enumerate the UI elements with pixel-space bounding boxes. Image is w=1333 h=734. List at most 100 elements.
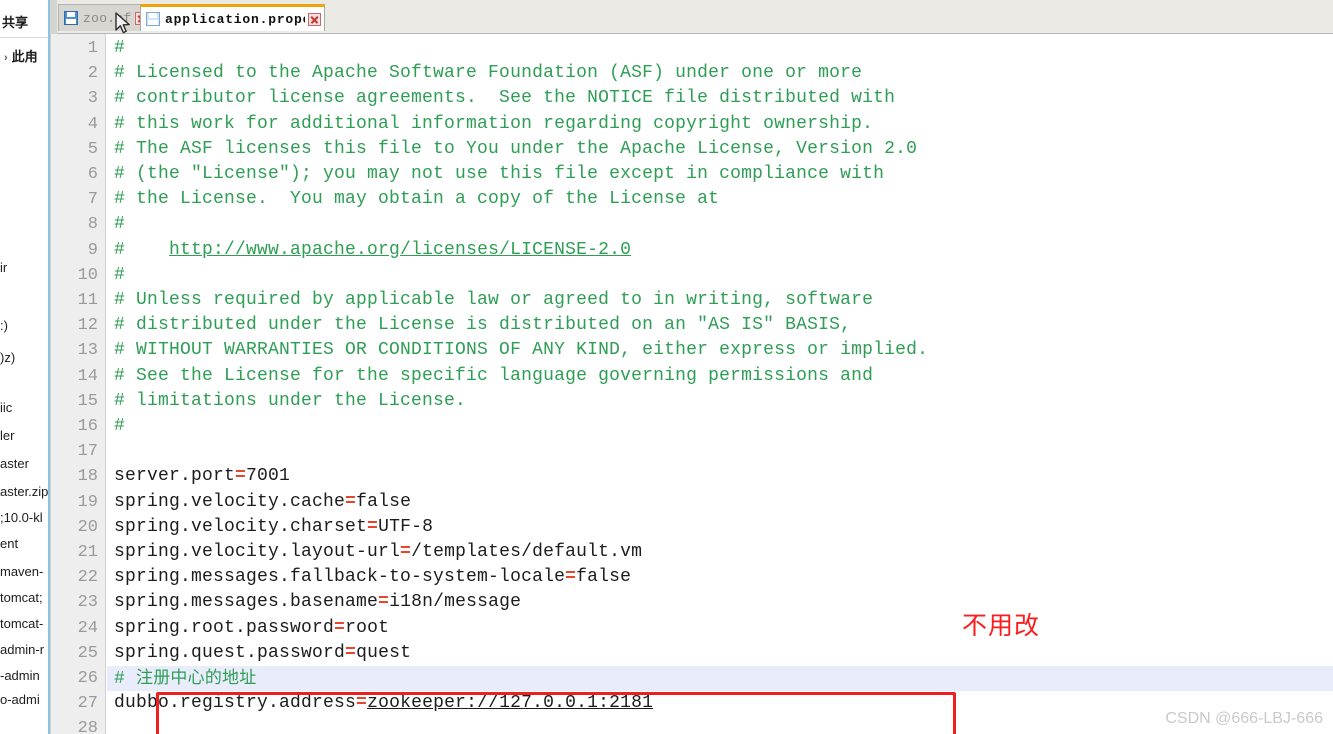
code-token-val-link[interactable]: zookeeper://127.0.0.1:2181 <box>367 693 653 713</box>
line-number: 19 <box>77 492 98 512</box>
line-number: 21 <box>77 543 98 562</box>
explorer-list-item[interactable]: maven- <box>0 564 43 579</box>
explorer-list-item[interactable]: aster <box>0 456 29 471</box>
editor-tab-bar: zoo.cfg application.properties <box>50 0 1333 34</box>
code-line[interactable]: # See the License for the specific langu… <box>107 364 1333 389</box>
explorer-list-item[interactable]: admin-r <box>0 642 44 657</box>
explorer-list-item-label: aster.zip <box>0 484 49 499</box>
code-token-cmt: # The ASF licenses this file to You unde… <box>114 138 918 159</box>
code-line[interactable]: # distributed under the License is distr… <box>107 313 1333 338</box>
explorer-share-label: 共享 <box>2 15 29 30</box>
explorer-list-item[interactable]: tomcat; <box>0 590 43 605</box>
code-token-key: spring.messages.basename <box>114 592 379 613</box>
code-token-cmt: # See the License for the specific langu… <box>114 365 874 386</box>
code-line[interactable]: spring.messages.fallback-to-system-local… <box>107 565 1333 590</box>
code-token-val: UTF-8 <box>378 516 434 537</box>
line-number: 20 <box>77 517 98 537</box>
code-line[interactable]: # <box>107 36 1333 61</box>
code-token-cmt: # (the "License"); you may not use this … <box>114 164 885 184</box>
explorer-list-item[interactable]: ir <box>0 260 7 275</box>
code-token-link[interactable]: http://www.apache.org/licenses/LICENSE-2… <box>169 240 631 260</box>
code-line[interactable]: spring.velocity.layout-url=/templates/de… <box>107 540 1333 565</box>
explorer-divider <box>0 37 48 38</box>
code-token-cmt: # Unless required by applicable law or a… <box>114 290 874 310</box>
code-token-eq: = <box>565 567 577 588</box>
code-content[interactable]: # # Licensed to the Apache Software Found… <box>107 34 1333 734</box>
code-line[interactable]: # this work for additional information r… <box>107 112 1333 137</box>
code-line[interactable]: spring.messages.basename=i18n/message <box>107 590 1333 615</box>
line-number: 1 <box>87 39 98 58</box>
code-line[interactable]: # 注册中心的地址 <box>107 666 1333 692</box>
code-token-eq: = <box>334 617 346 638</box>
code-line[interactable]: # http://www.apache.org/licenses/LICENSE… <box>107 238 1333 263</box>
code-token-cmt: # <box>114 214 126 235</box>
line-number: 5 <box>87 139 98 159</box>
explorer-list-item-label: ;10.0-kl <box>0 510 43 525</box>
code-line[interactable]: # WITHOUT WARRANTIES OR CONDITIONS OF AN… <box>107 338 1333 363</box>
code-token-eq: = <box>345 491 357 512</box>
code-line[interactable]: # <box>107 414 1333 439</box>
code-token-cmt: # <box>114 264 126 285</box>
code-line[interactable]: server.port=7001 <box>107 464 1333 489</box>
line-number: 26 <box>77 669 98 688</box>
code-line[interactable]: # Licensed to the Apache Software Founda… <box>107 61 1333 86</box>
code-token-key: spring.root.password <box>114 617 335 638</box>
code-line[interactable]: # limitations under the License. <box>107 389 1333 414</box>
explorer-list-item[interactable]: )z) <box>0 350 15 365</box>
explorer-list-item[interactable]: ent <box>0 536 18 551</box>
code-line[interactable]: spring.velocity.charset=UTF-8 <box>107 515 1333 540</box>
code-line[interactable] <box>107 716 1333 734</box>
close-icon[interactable] <box>308 12 321 26</box>
tab-zoo-cfg[interactable]: zoo.cfg <box>58 4 152 31</box>
code-token-cmt: # Licensed to the Apache Software Founda… <box>114 63 863 84</box>
line-number: 27 <box>77 694 98 714</box>
explorer-list-item[interactable]: :) <box>0 318 8 333</box>
code-line[interactable]: # contributor license agreements. See th… <box>107 86 1333 111</box>
code-line[interactable]: # <box>107 263 1333 288</box>
code-token-val: false <box>356 491 412 512</box>
explorer-this-pc-row[interactable]: › 此甪 <box>4 46 38 65</box>
explorer-list-item-label: ent <box>0 536 19 551</box>
explorer-list-item-label: aster <box>0 456 29 471</box>
line-number: 28 <box>77 719 98 734</box>
code-line[interactable]: # (the "License"); you may not use this … <box>107 162 1333 187</box>
explorer-list-item[interactable]: ler <box>0 428 14 443</box>
code-line[interactable]: spring.root.password=root <box>107 616 1333 641</box>
explorer-list-item-label: :) <box>0 318 8 333</box>
line-number: 8 <box>87 215 98 235</box>
line-number: 25 <box>77 643 98 663</box>
explorer-list-item-label: tomcat; <box>0 590 43 605</box>
explorer-list-item[interactable]: -admin <box>0 668 40 683</box>
explorer-list-item-label: ir <box>0 260 8 275</box>
explorer-list-item-label: iic <box>0 400 13 415</box>
chevron-right-icon[interactable]: › <box>4 52 8 64</box>
code-line[interactable]: # Unless required by applicable law or a… <box>107 288 1333 313</box>
code-line[interactable] <box>107 439 1333 464</box>
line-number: 17 <box>77 442 98 462</box>
code-line[interactable]: # the License. You may obtain a copy of … <box>107 187 1333 212</box>
explorer-list-item[interactable]: iic <box>0 400 12 415</box>
line-number: 23 <box>77 593 98 613</box>
explorer-list-item[interactable]: tomcat- <box>0 616 43 631</box>
code-token-key: spring.velocity.layout-url <box>114 542 401 562</box>
code-token-eq: = <box>367 516 379 537</box>
code-line[interactable]: spring.velocity.cache=false <box>107 490 1333 515</box>
code-token-val: 7001 <box>246 466 291 487</box>
tab-application-properties[interactable]: application.properties <box>140 4 325 31</box>
explorer-bottom-filler <box>0 726 48 734</box>
tab-zoo-cfg-label: zoo.cfg <box>83 10 132 26</box>
code-line[interactable]: # <box>107 212 1333 237</box>
code-line[interactable]: spring.quest.password=quest <box>107 641 1333 666</box>
code-line[interactable]: # The ASF licenses this file to You unde… <box>107 137 1333 162</box>
line-number: 24 <box>77 618 98 638</box>
explorer-list-item[interactable]: ;10.0-kl <box>0 510 43 525</box>
code-line[interactable]: dubbo.registry.address=zookeeper://127.0… <box>107 691 1333 716</box>
line-number: 22 <box>77 568 98 588</box>
line-number: 3 <box>87 89 98 109</box>
line-number: 6 <box>87 165 98 184</box>
explorer-list-item[interactable]: o-admi <box>0 692 40 707</box>
line-number: 15 <box>77 391 98 411</box>
line-number: 16 <box>77 417 98 436</box>
code-editor-area[interactable]: 1 2 3 4 5 6 7 8 9 10 11 12 13 14 15 16 17 18 19 20 21 22 23 24 2… <box>50 34 1333 734</box>
explorer-list-item[interactable]: aster.zip <box>0 484 48 499</box>
